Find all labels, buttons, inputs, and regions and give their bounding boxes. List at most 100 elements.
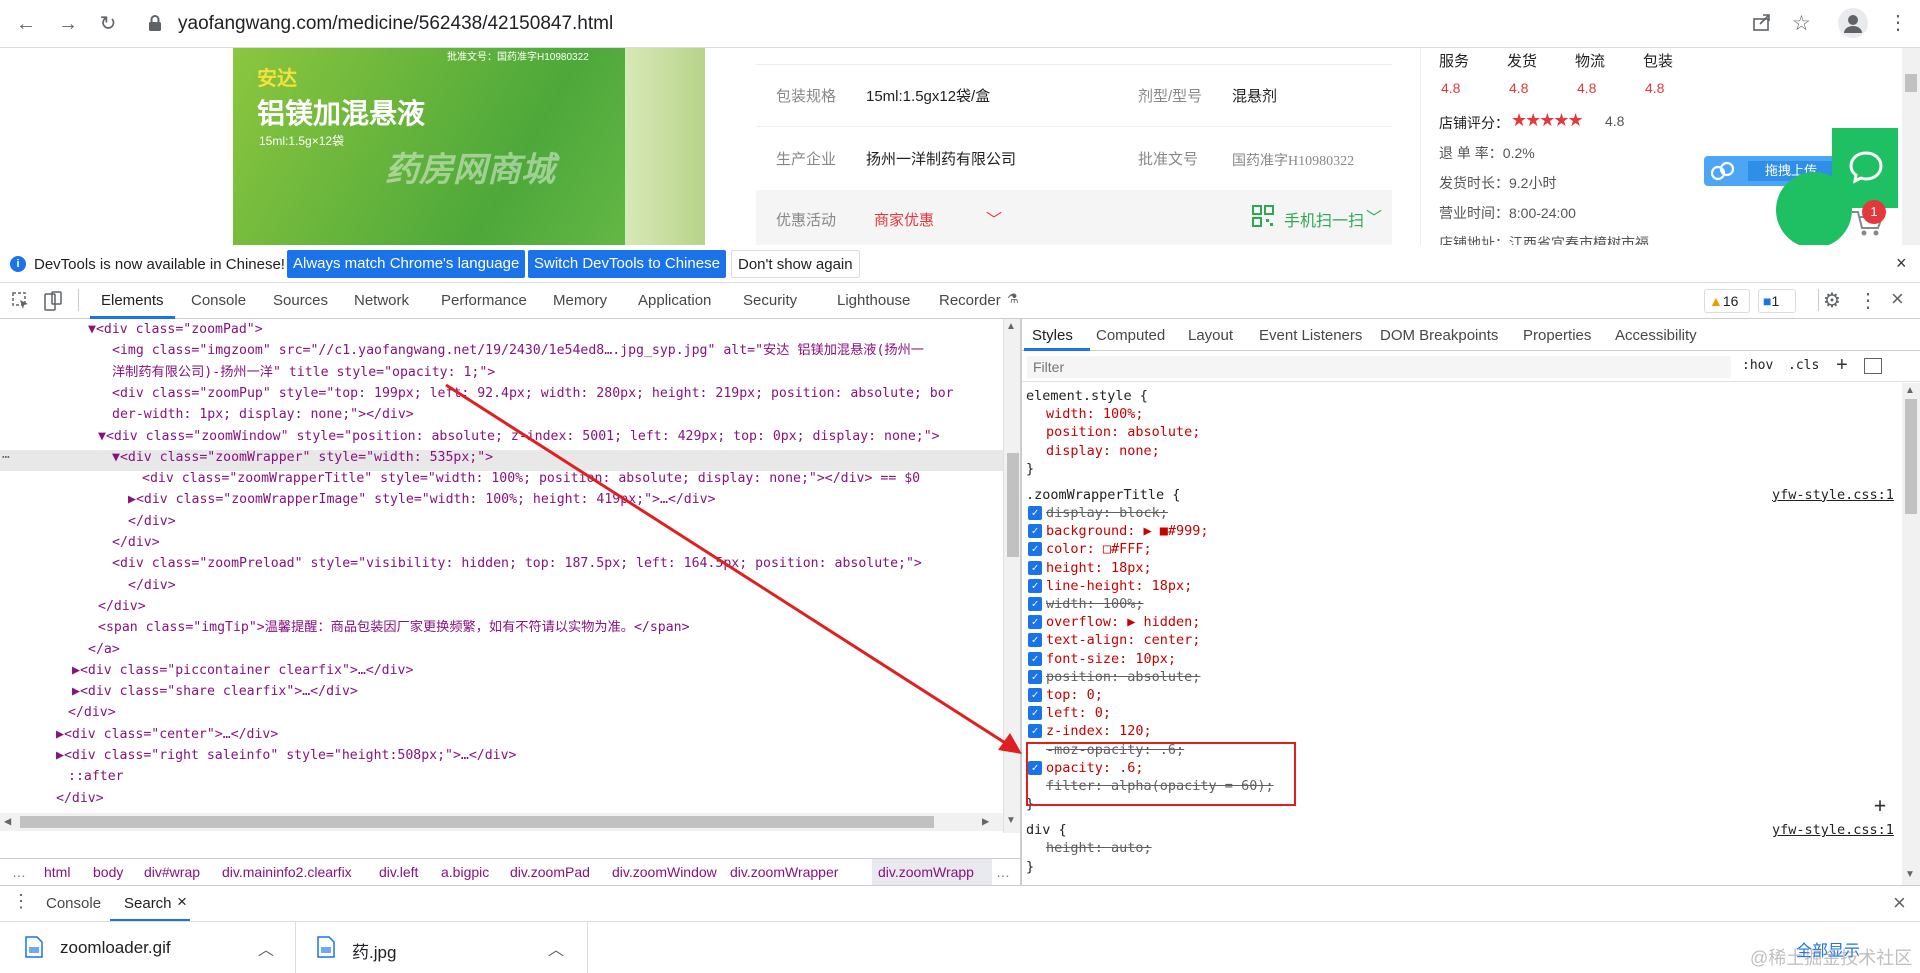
- style-line[interactable]: overflow: ▶ hidden;: [1046, 613, 1200, 631]
- toggle-sidebar-icon[interactable]: [1864, 358, 1882, 374]
- style-line[interactable]: element.style {: [1026, 387, 1148, 405]
- property-checkbox[interactable]: ✓: [1028, 633, 1042, 648]
- elements-dom-tree[interactable]: ⋯ ▼<div class="zoomPad"> <img class="imgz…: [0, 319, 1003, 833]
- close-devtools-icon[interactable]: ×: [1891, 286, 1904, 312]
- dom-line[interactable]: <div class="zoomPreload" style="visibili…: [112, 553, 922, 574]
- tab-security[interactable]: Security: [743, 292, 797, 309]
- dom-line[interactable]: </div>: [68, 702, 116, 723]
- breadcrumb-item[interactable]: div.left: [379, 864, 418, 880]
- scrollbar-thumb[interactable]: [20, 816, 934, 828]
- style-line[interactable]: height: 18px;: [1046, 559, 1152, 577]
- style-line[interactable]: .zoomWrapperTitle {: [1026, 486, 1180, 504]
- style-line[interactable]: }: [1026, 460, 1034, 478]
- promo-value[interactable]: 商家优惠: [874, 209, 934, 230]
- style-line[interactable]: background: ▶ ■#999;: [1046, 522, 1209, 540]
- scroll-up-icon[interactable]: ▲: [1006, 321, 1016, 332]
- style-line[interactable]: width: 100%;: [1046, 595, 1144, 613]
- dom-line[interactable]: der-width: 1px; display: none;"></div>: [112, 404, 414, 425]
- dom-line[interactable]: ▶<div class="share clearfix">…</div>: [72, 681, 358, 702]
- subtab-computed[interactable]: Computed: [1096, 327, 1165, 344]
- tab-lighthouse[interactable]: Lighthouse: [837, 292, 910, 309]
- cls-toggle[interactable]: .cls: [1788, 358, 1819, 373]
- always-match-language-button[interactable]: Always match Chrome's language: [287, 250, 526, 278]
- device-toolbar-icon[interactable]: [44, 291, 62, 316]
- property-checkbox[interactable]: ✓: [1028, 597, 1042, 611]
- tab-performance[interactable]: Performance: [441, 292, 527, 309]
- dom-line[interactable]: ▶<div class="piccontainer clearfix">…</d…: [72, 660, 413, 681]
- forward-icon[interactable]: →: [54, 10, 82, 38]
- property-checkbox[interactable]: ✓: [1028, 524, 1042, 539]
- subtab-layout[interactable]: Layout: [1188, 327, 1233, 344]
- tab-recorder[interactable]: Recorder: [939, 292, 1001, 309]
- style-line[interactable]: text-align: center;: [1046, 631, 1200, 649]
- menu-kebab-icon[interactable]: ⋮: [1888, 10, 1908, 35]
- breadcrumb-item[interactable]: div#wrap: [144, 864, 200, 880]
- styles-scrollbar[interactable]: ▲ ▼: [1902, 383, 1920, 885]
- dom-line[interactable]: ▶<div class="right saleinfo" style="heig…: [56, 745, 517, 766]
- dom-line[interactable]: ▼<div class="zoomPad">: [88, 319, 263, 340]
- dom-line[interactable]: 洋制药有限公司)-扬州一洋" title style="opacity: 1;"…: [112, 362, 495, 383]
- dom-line[interactable]: </div>: [98, 596, 146, 617]
- chevron-down-icon[interactable]: ﹀: [1366, 204, 1382, 228]
- dom-line[interactable]: <div class="zoomPup" style="top: 199px; …: [112, 383, 954, 404]
- property-checkbox[interactable]: ✓: [1028, 651, 1042, 666]
- lock-icon[interactable]: [148, 14, 162, 32]
- chevron-up-icon[interactable]: ︿: [548, 936, 564, 960]
- subtab-styles[interactable]: Styles: [1032, 327, 1073, 344]
- dom-line[interactable]: </a>: [88, 639, 120, 660]
- product-image[interactable]: 安达 铝镁加混悬液 15ml:1.5g×12袋 批准文号：国药准字H109803…: [233, 48, 705, 245]
- style-line[interactable]: div {: [1026, 821, 1067, 839]
- property-checkbox[interactable]: ✓: [1028, 506, 1042, 520]
- style-line[interactable]: height: auto;: [1046, 839, 1152, 857]
- dom-horizontal-scrollbar[interactable]: ◀ ▶: [0, 813, 1003, 831]
- style-line[interactable]: top: 0;: [1046, 686, 1103, 704]
- messages-counter[interactable]: ■1: [1758, 289, 1796, 313]
- chevron-down-icon[interactable]: ﹀: [986, 206, 1002, 230]
- dont-show-again-button[interactable]: Don't show again: [731, 250, 860, 278]
- scrollbar-thumb[interactable]: [1007, 453, 1019, 557]
- drawer-tab-console[interactable]: Console: [46, 895, 101, 912]
- drawer-menu-icon[interactable]: ⋮: [12, 891, 30, 912]
- download-item[interactable]: 药.jpg ︿: [296, 922, 588, 973]
- scroll-right-icon[interactable]: ▶: [982, 814, 989, 828]
- property-checkbox[interactable]: ✓: [1028, 688, 1042, 702]
- scroll-down-icon[interactable]: ▼: [1006, 815, 1016, 826]
- style-line[interactable]: }: [1026, 858, 1034, 876]
- property-checkbox[interactable]: ✓: [1028, 560, 1042, 575]
- dom-line[interactable]: </div>: [128, 575, 176, 596]
- breadcrumb-item[interactable]: body: [93, 864, 123, 880]
- node-options-icon[interactable]: ⋯: [2, 450, 10, 465]
- dom-line[interactable]: <img class="imgzoom" src="//c1.yaofangwa…: [112, 340, 924, 361]
- scroll-up-icon[interactable]: ▲: [1905, 385, 1915, 396]
- style-line[interactable]: line-height: 18px;: [1046, 577, 1192, 595]
- style-line[interactable]: width: 100%;: [1046, 405, 1144, 423]
- dom-line[interactable]: <div class="zoomWrapperTitle" style="wid…: [142, 468, 920, 489]
- scrollbar-thumb[interactable]: [1905, 399, 1917, 514]
- dom-line[interactable]: </div>: [112, 532, 160, 553]
- dom-line[interactable]: </div>: [128, 511, 176, 532]
- breadcrumb-item[interactable]: a.bigpic: [441, 864, 489, 880]
- add-property-icon[interactable]: +: [1874, 793, 1886, 817]
- style-line[interactable]: font-size: 10px;: [1046, 650, 1176, 668]
- scroll-down-icon[interactable]: ▼: [1905, 869, 1915, 880]
- close-icon[interactable]: ×: [177, 892, 187, 912]
- download-item[interactable]: zoomloader.gif ︿: [0, 922, 296, 973]
- styles-filter-input[interactable]: [1027, 356, 1731, 378]
- subtab-properties[interactable]: Properties: [1523, 327, 1591, 344]
- breadcrumb-item[interactable]: div.zoomPad: [510, 864, 590, 880]
- breadcrumb-item[interactable]: div.zoomWrapper: [730, 864, 838, 880]
- property-checkbox[interactable]: ✓: [1028, 542, 1042, 557]
- style-line[interactable]: left: 0;: [1046, 704, 1111, 722]
- dom-line[interactable]: ▼<div class="zoomWrapper" style="width: …: [112, 447, 493, 468]
- property-checkbox[interactable]: ✓: [1028, 669, 1042, 684]
- page-scrollbar[interactable]: [1902, 48, 1920, 245]
- tab-network[interactable]: Network: [354, 292, 409, 309]
- style-line[interactable]: display: none;: [1046, 442, 1160, 460]
- dom-line[interactable]: ▶<div class="zoomWrapperImage" style="wi…: [128, 489, 716, 510]
- bookmark-star-icon[interactable]: ☆: [1792, 11, 1811, 36]
- close-icon[interactable]: ×: [1896, 253, 1907, 274]
- reload-icon[interactable]: ↻: [94, 10, 122, 38]
- dom-line[interactable]: <span class="imgTip">温馨提醒：商品包装因厂家更换频繁，如有…: [98, 617, 690, 638]
- switch-to-chinese-button[interactable]: Switch DevTools to Chinese: [528, 250, 726, 278]
- hov-toggle[interactable]: :hov: [1742, 358, 1773, 373]
